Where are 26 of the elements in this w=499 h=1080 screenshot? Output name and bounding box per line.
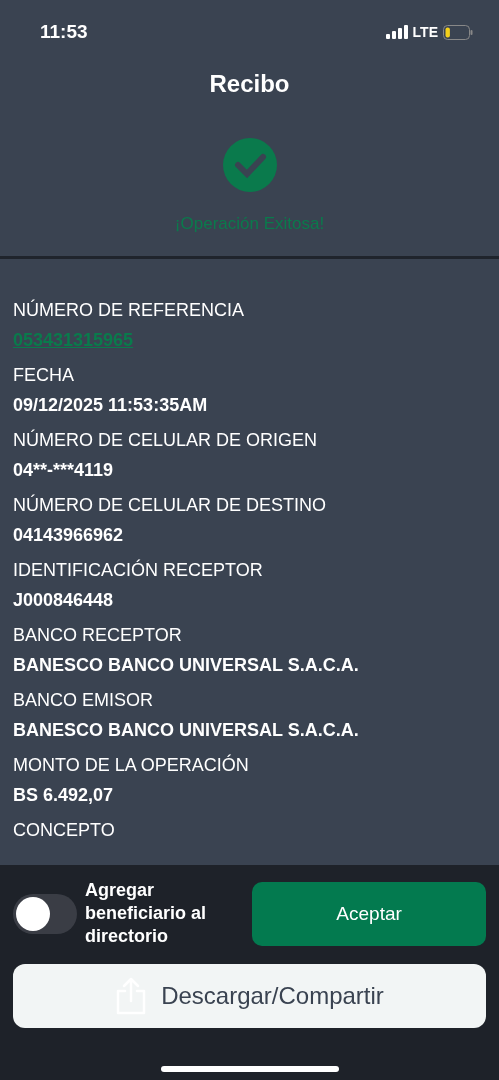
signal-icon bbox=[385, 25, 408, 39]
field-label: BANCO EMISOR bbox=[13, 689, 155, 711]
field-label: NÚMERO DE CELULAR DE DESTINO bbox=[13, 494, 328, 516]
field-value: J000846448 bbox=[13, 589, 115, 611]
network-label: LTE bbox=[412, 24, 438, 40]
field-value: 04143966962 bbox=[13, 524, 125, 546]
page-title: Recibo bbox=[208, 70, 291, 98]
field-value: BS 6.492,07 bbox=[13, 784, 115, 806]
field-label: BANCO RECEPTOR bbox=[13, 624, 183, 646]
field-label: NÚMERO DE REFERENCIA bbox=[13, 299, 246, 321]
field-label: IDENTIFICACIÓN RECEPTOR bbox=[13, 559, 264, 581]
field-value: 04**-***4119 bbox=[13, 459, 115, 481]
field-value: BANESCO BANCO UNIVERSAL S.A.C.A. bbox=[13, 654, 360, 676]
field-label: CONCEPTO bbox=[13, 819, 116, 841]
toggle-label: Agregar beneficiario al directorio bbox=[85, 879, 208, 948]
field-value: BANESCO BANCO UNIVERSAL S.A.C.A. bbox=[13, 719, 360, 741]
field-label: FECHA bbox=[13, 364, 75, 386]
field-label: NÚMERO DE CELULAR DE ORIGEN bbox=[13, 429, 319, 451]
toggle-switch[interactable] bbox=[13, 893, 77, 934]
success-check-icon bbox=[222, 138, 277, 192]
battery-icon bbox=[443, 24, 473, 40]
accept-button[interactable]: Aceptar bbox=[252, 881, 486, 946]
share-button[interactable]: Descargar/Compartir bbox=[13, 964, 486, 1028]
field-value: 09/12/2025 11:53:35AM bbox=[13, 394, 209, 416]
field-label: MONTO DE LA OPERACIÓN bbox=[13, 754, 250, 776]
status-time: 11:53 bbox=[40, 21, 88, 43]
